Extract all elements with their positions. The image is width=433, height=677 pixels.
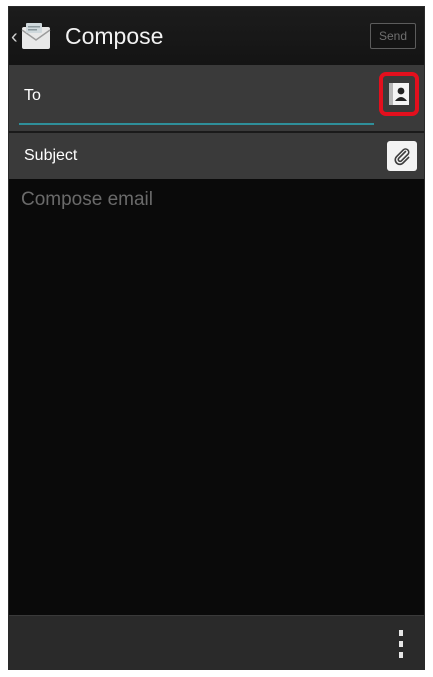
- menu-dot: [399, 641, 403, 647]
- bottom-bar: [9, 616, 424, 669]
- phone-screen: ‹ Compose Send To Subject Compose email: [8, 6, 425, 670]
- to-field-row: To: [9, 65, 424, 131]
- page-title: Compose: [65, 23, 164, 49]
- action-bar: ‹ Compose Send: [9, 7, 424, 65]
- send-button[interactable]: Send: [370, 23, 416, 49]
- to-field-underline: [19, 123, 374, 125]
- attach-button[interactable]: [387, 141, 417, 171]
- menu-dot: [399, 652, 403, 658]
- back-chevron-icon: ‹: [11, 26, 18, 48]
- subject-field[interactable]: Subject: [24, 147, 77, 165]
- compose-placeholder: Compose email: [21, 189, 153, 210]
- back-button[interactable]: ‹: [11, 17, 52, 57]
- paperclip-icon: [394, 148, 410, 166]
- compose-body-field[interactable]: Compose email: [9, 179, 424, 615]
- to-field[interactable]: To: [24, 87, 41, 105]
- subject-field-row: Subject: [9, 133, 424, 179]
- menu-dot: [399, 630, 403, 636]
- add-contact-button[interactable]: [379, 72, 419, 116]
- contacts-icon: [389, 83, 409, 105]
- overflow-menu-icon[interactable]: [395, 630, 407, 658]
- email-app-icon: [21, 23, 51, 49]
